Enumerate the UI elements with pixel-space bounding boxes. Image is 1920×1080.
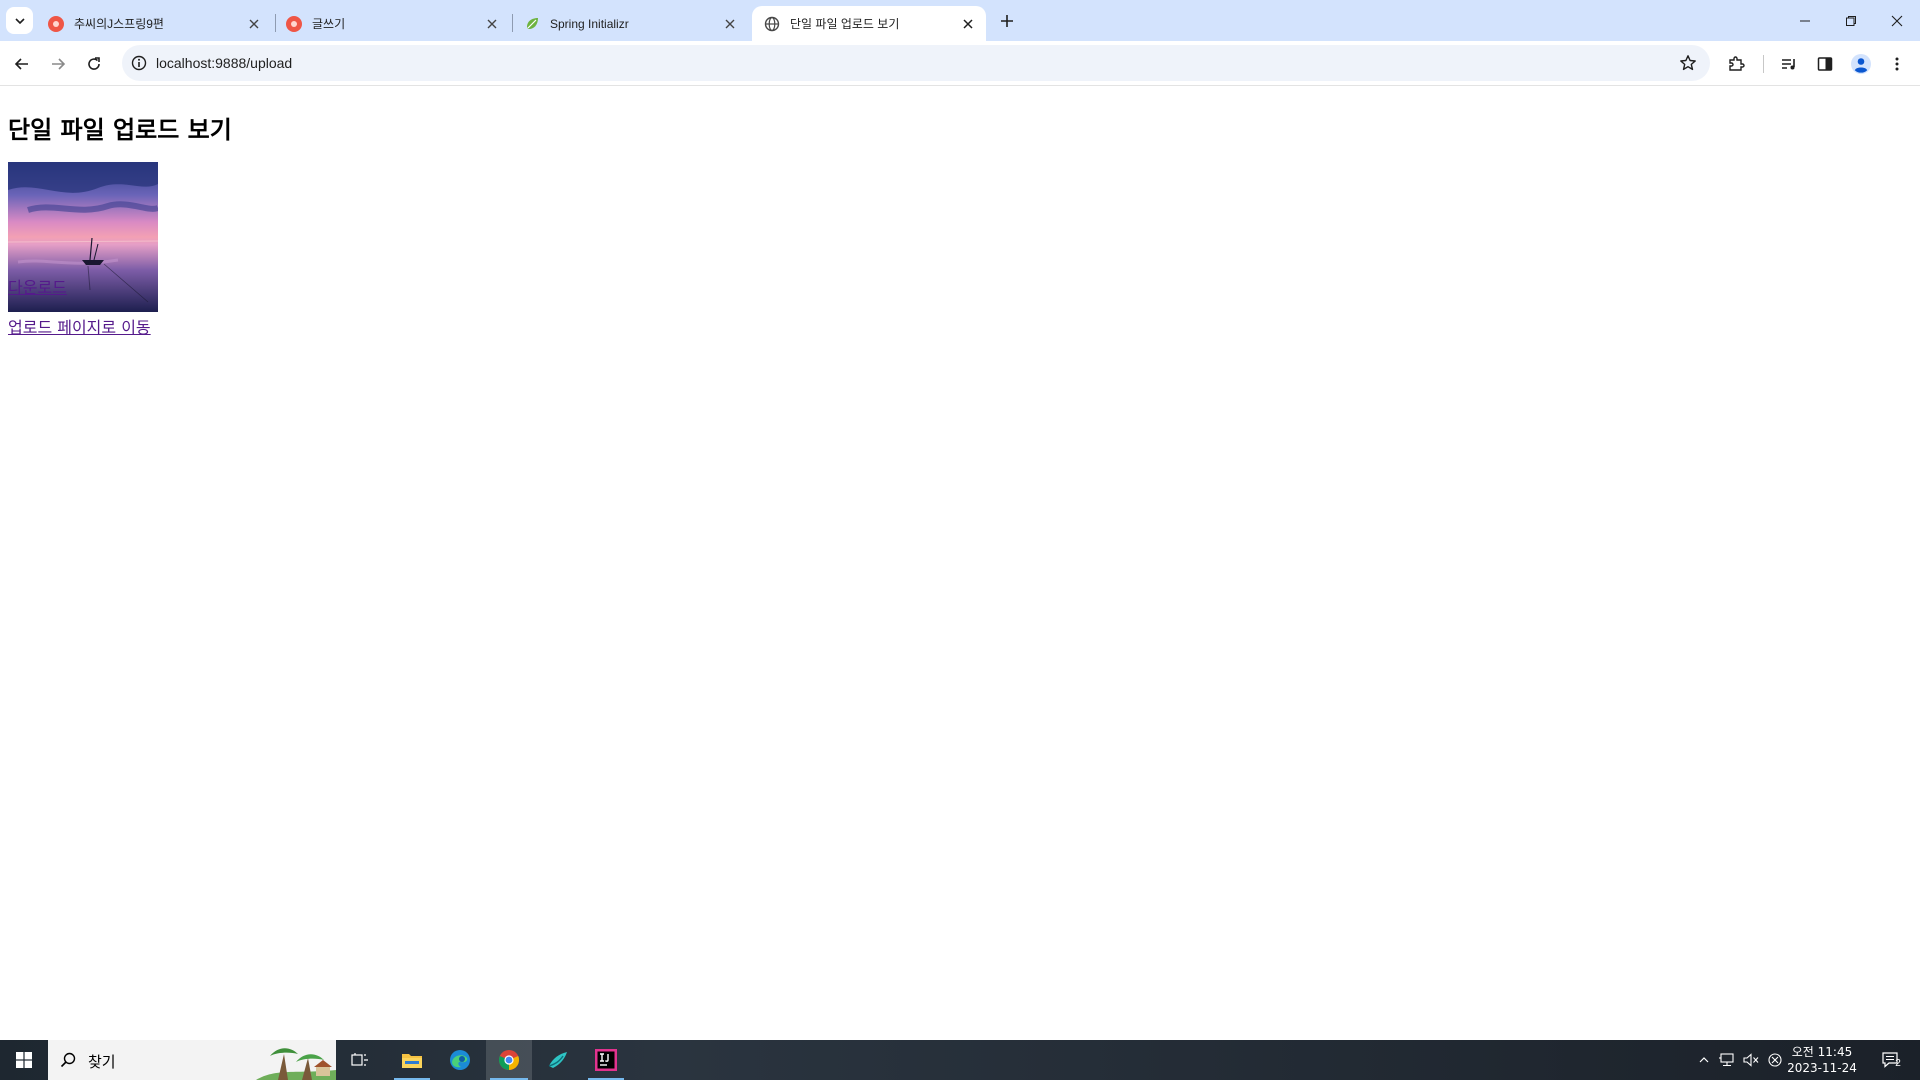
avatar-icon (1851, 54, 1871, 74)
page-title: 단일 파일 업로드 보기 (8, 116, 232, 144)
search-icon (60, 1052, 76, 1068)
taskbar-clock[interactable]: 오전 11:45 2023-11-24 (1782, 1044, 1862, 1076)
tab-title: 단일 파일 업로드 보기 (790, 17, 900, 31)
task-view-button[interactable] (340, 1040, 380, 1080)
window-close-button[interactable] (1874, 0, 1920, 41)
close-icon (249, 19, 259, 28)
intellij-button[interactable] (584, 1040, 628, 1080)
tistory-icon (48, 15, 64, 32)
restore-icon (1846, 15, 1856, 26)
file-explorer-button[interactable] (390, 1040, 434, 1080)
bird-app-icon (548, 1052, 567, 1068)
site-info-button[interactable] (130, 54, 148, 72)
tab-title: 추씨의J스프링9편 (74, 17, 164, 31)
chrome-icon (498, 1050, 520, 1070)
edge-button[interactable] (438, 1040, 482, 1080)
chrome-button[interactable] (486, 1040, 532, 1080)
tab-2[interactable]: 글쓰기 (274, 6, 510, 41)
reload-button[interactable] (78, 48, 110, 80)
tab-strip: 추씨의J스프링9편 글쓰기 Spring Initializr 단일 파일 업로… (0, 0, 1920, 41)
new-tab-button[interactable] (993, 7, 1021, 35)
spring-icon (524, 16, 540, 32)
profile-button[interactable] (1845, 48, 1877, 80)
tistory-icon (286, 15, 302, 32)
close-icon (487, 19, 497, 28)
network-icon (1719, 1053, 1734, 1067)
close-icon (1891, 15, 1903, 26)
chevron-down-icon (14, 17, 25, 24)
edge-icon (450, 1050, 470, 1070)
forward-button[interactable] (42, 48, 74, 80)
minimize-button[interactable] (1782, 0, 1828, 41)
playlist-icon (1782, 59, 1795, 70)
more-vertical-icon (1895, 57, 1899, 71)
arrow-left-icon (14, 58, 28, 70)
notification-center-button[interactable] (1868, 1040, 1912, 1080)
minimize-icon (1800, 20, 1810, 21)
intellij-icon (595, 1049, 617, 1071)
info-icon (131, 55, 147, 71)
tab-close-button[interactable] (484, 16, 500, 32)
side-panel-icon (1817, 57, 1833, 71)
network-button[interactable] (1716, 1040, 1738, 1080)
start-button[interactable] (0, 1040, 48, 1080)
notification-count-badge: 2 (1895, 1058, 1901, 1069)
browser-toolbar: localhost:9888/upload (0, 41, 1920, 86)
clock-date: 2023-11-24 (1787, 1061, 1857, 1075)
back-button[interactable] (6, 48, 38, 80)
windows-taskbar: 찾기 오전 11:45 2023-11-24 2 (0, 1040, 1920, 1080)
chevron-up-icon (1699, 1057, 1709, 1063)
star-icon (1680, 55, 1696, 71)
close-icon (963, 18, 973, 29)
close-icon (725, 19, 735, 28)
media-control-button[interactable] (1773, 48, 1805, 80)
volume-muted-icon (1743, 1053, 1759, 1067)
show-hidden-icons-button[interactable] (1694, 1040, 1714, 1080)
tab-search-button[interactable] (6, 7, 33, 34)
arrow-right-icon (52, 58, 66, 70)
app-bird-button[interactable] (536, 1040, 580, 1080)
side-panel-button[interactable] (1809, 48, 1841, 80)
task-view-icon (351, 1053, 368, 1066)
extensions-button[interactable] (1720, 48, 1752, 80)
page-content: 단일 파일 업로드 보기 다운로드 업로드 페이지로 이동 (0, 86, 1920, 1040)
url-text[interactable]: localhost:9888/upload (156, 55, 292, 71)
search-placeholder: 찾기 (88, 1053, 116, 1071)
bookmark-button[interactable] (1678, 53, 1698, 73)
restore-button[interactable] (1828, 0, 1874, 41)
clock-time: 오전 11:45 (1791, 1045, 1853, 1059)
folder-icon (402, 1054, 422, 1068)
tab-close-button[interactable] (722, 16, 738, 32)
menu-button[interactable] (1881, 48, 1913, 80)
windows-logo-icon (16, 1052, 32, 1068)
tab-title: Spring Initializr (550, 16, 629, 31)
upload-page-link[interactable]: 업로드 페이지로 이동 (8, 314, 151, 338)
tab-title: 글쓰기 (312, 17, 346, 31)
tab-close-button[interactable] (960, 16, 976, 32)
reload-icon (88, 57, 100, 70)
tab-close-button[interactable] (246, 16, 262, 32)
globe-icon (764, 16, 780, 32)
volume-button[interactable] (1740, 1040, 1762, 1080)
tab-3[interactable]: Spring Initializr (512, 6, 748, 41)
address-bar[interactable]: localhost:9888/upload (122, 45, 1710, 81)
tab-4-active[interactable]: 단일 파일 업로드 보기 (752, 6, 986, 41)
taskbar-search-box[interactable]: 찾기 (48, 1040, 336, 1080)
tab-1[interactable]: 추씨의J스프링9편 (36, 6, 272, 41)
download-link[interactable]: 다운로드 (8, 274, 67, 298)
plus-icon (1001, 15, 1013, 27)
blocked-circle-icon (1768, 1053, 1782, 1067)
search-highlight-illustration-icon (256, 1040, 336, 1080)
puzzle-icon (1729, 56, 1745, 71)
toolbar-separator (1763, 55, 1764, 73)
